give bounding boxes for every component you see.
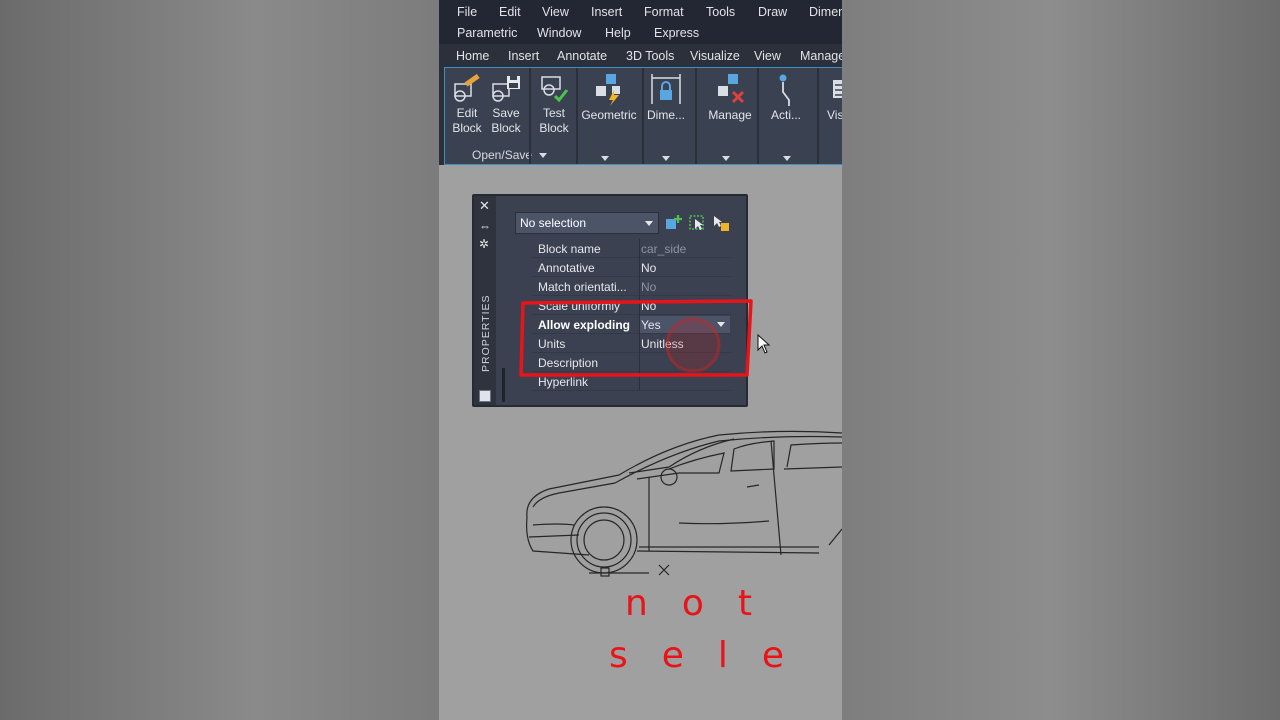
- ribbon-tabs: Home Insert Annotate 3D Tools Visualize …: [439, 44, 842, 68]
- menu-express[interactable]: Express: [654, 26, 699, 40]
- menu-file[interactable]: File: [457, 5, 477, 19]
- save-block-button[interactable]: Save Block: [488, 74, 524, 136]
- test-block-icon: [541, 76, 569, 103]
- quick-select-icon[interactable]: [712, 214, 730, 232]
- quick-properties-icon[interactable]: [479, 390, 491, 402]
- tab-visualize[interactable]: Visualize: [690, 49, 740, 63]
- palette-scrollbar[interactable]: [502, 368, 505, 402]
- tab-home[interactable]: Home: [456, 49, 489, 63]
- toggle-pickadd-icon[interactable]: [665, 214, 683, 232]
- chevron-down-icon[interactable]: [662, 156, 670, 161]
- mouse-cursor-icon: [757, 334, 771, 354]
- car-block-drawing[interactable]: [519, 427, 842, 577]
- tab-annotate[interactable]: Annotate: [557, 49, 607, 63]
- menu-tools[interactable]: Tools: [706, 5, 735, 19]
- edit-block-button[interactable]: Edit Block: [449, 74, 485, 136]
- menu-dimension[interactable]: Dimen: [809, 5, 842, 19]
- tab-manage[interactable]: Manage: [800, 49, 842, 63]
- ribbon-panel: Edit Block Save Block Open/Save Test Blo…: [444, 67, 842, 165]
- drawing-canvas[interactable]: ✕ ⇔ ✲ PROPERTIES No selection Block name…: [439, 165, 842, 720]
- open-save-panel-label[interactable]: Open/Save: [472, 148, 532, 164]
- menu-window[interactable]: Window: [537, 26, 581, 40]
- visibility-states-icon: [833, 80, 842, 98]
- overlay-caption-line1: not: [625, 583, 786, 624]
- delete-constraints-icon: [718, 74, 745, 104]
- chevron-down-icon[interactable]: [601, 156, 609, 161]
- gear-icon[interactable]: ✲: [479, 238, 489, 250]
- selection-dropdown[interactable]: No selection: [515, 212, 659, 234]
- property-row-match-orientation[interactable]: Match orientati... No: [532, 277, 731, 296]
- geometric-constraint-icon: [596, 74, 620, 106]
- overlay-caption-line2: sele: [609, 635, 819, 676]
- manage-button[interactable]: Manage: [700, 74, 760, 123]
- chevron-down-icon[interactable]: [722, 156, 730, 161]
- action-parameter-icon: [779, 74, 790, 106]
- menu-help[interactable]: Help: [605, 26, 631, 40]
- menu-bar: File Edit View Insert Format Tools Draw …: [439, 0, 842, 44]
- tab-insert[interactable]: Insert: [508, 49, 539, 63]
- property-row-block-name[interactable]: Block name car_side: [532, 239, 731, 258]
- edit-block-icon: [454, 74, 480, 102]
- geometric-button[interactable]: Geometric: [579, 74, 639, 123]
- visibility-button[interactable]: Vis: [823, 74, 842, 123]
- menu-insert[interactable]: Insert: [591, 5, 622, 19]
- select-objects-icon[interactable]: [688, 214, 706, 232]
- menu-parametric[interactable]: Parametric: [457, 26, 517, 40]
- menu-draw[interactable]: Draw: [758, 5, 787, 19]
- dimensional-button[interactable]: Dime...: [643, 74, 689, 123]
- tab-view[interactable]: View: [754, 49, 781, 63]
- save-block-icon: [492, 76, 520, 102]
- actions-button[interactable]: Acti...: [763, 74, 809, 123]
- tab-3d-tools[interactable]: 3D Tools: [626, 49, 674, 63]
- menu-view[interactable]: View: [542, 5, 569, 19]
- palette-label: PROPERTIES: [480, 294, 492, 373]
- red-highlight-annotation: [519, 299, 753, 377]
- menu-edit[interactable]: Edit: [499, 5, 521, 19]
- chevron-down-icon: [645, 221, 653, 226]
- palette-title-strip[interactable]: ✕ ⇔ ✲ PROPERTIES: [474, 196, 496, 405]
- menu-format[interactable]: Format: [644, 5, 684, 19]
- test-block-button[interactable]: Test Block: [536, 74, 572, 136]
- autocad-window: File Edit View Insert Format Tools Draw …: [439, 0, 842, 720]
- close-icon[interactable]: ✕: [479, 199, 490, 212]
- chevron-down-icon[interactable]: [783, 156, 791, 161]
- chevron-down-icon[interactable]: [539, 153, 547, 158]
- property-row-annotative[interactable]: Annotative No: [532, 258, 731, 277]
- dimensional-lock-icon: [651, 74, 681, 104]
- auto-hide-icon[interactable]: ⇔: [479, 220, 491, 232]
